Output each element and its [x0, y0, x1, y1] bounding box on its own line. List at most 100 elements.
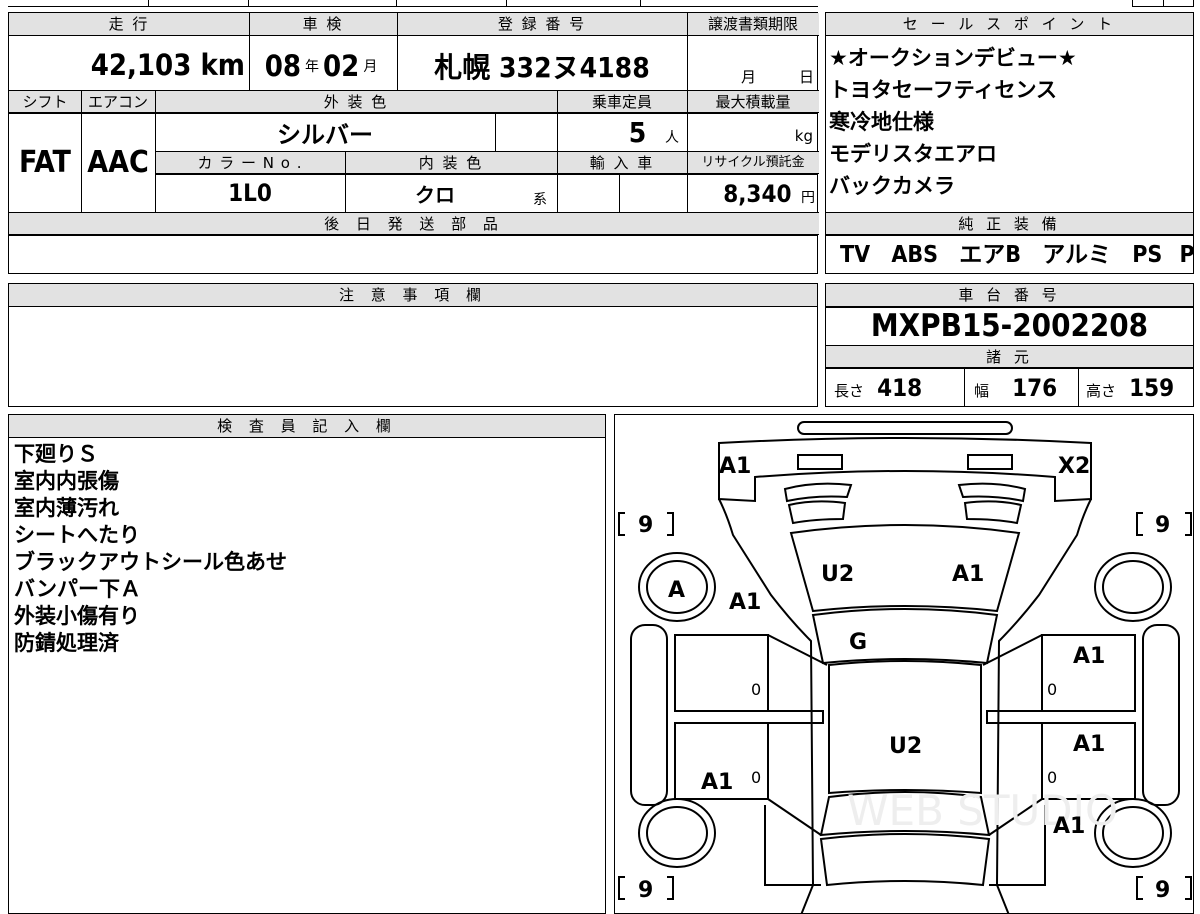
sales-point-item: 寒冷地仕様	[829, 110, 934, 134]
spec-width-label: 幅	[974, 382, 990, 400]
color-no-value: 1L0	[228, 179, 272, 207]
sales-point-item: ★オークションデビュー★	[829, 46, 1077, 70]
tire-front-right: 9	[1155, 513, 1170, 538]
inspector-notes: 下廻りＳ 室内内張傷 室内薄汚れ シートへたり ブラックアウトシール色あせ バン…	[9, 441, 605, 657]
mark-right-rear-door: A1	[1073, 732, 1105, 757]
inspector-panel: 検 査 員 記 入 欄 下廻りＳ 室内内張傷 室内薄汚れ シートへたり ブラック…	[8, 414, 606, 914]
capacity-unit: 人	[665, 130, 679, 146]
damage-diagram-panel: WEB STUDIO 9 9 9 9 A1 X2 U2 A1 A A1 G U2…	[614, 414, 1194, 914]
deadline-day-unit: 日	[799, 68, 815, 86]
mark-glass: G	[849, 630, 867, 655]
sales-points-header: セ ー ル ス ポ イ ン ト	[826, 13, 1193, 36]
exterior-color-extra	[495, 113, 557, 151]
shift-value: FAT	[19, 145, 71, 180]
color-no-header: カ ラ ー N o .	[155, 151, 345, 174]
interior-color-header: 内 装 色	[345, 151, 557, 174]
mark-left-fender: A1	[729, 590, 761, 615]
max-load-header: 最大積載量	[687, 90, 819, 113]
spec-height-label: 高さ	[1086, 382, 1117, 400]
mileage-header: 走 行	[9, 13, 249, 36]
equipment-item: TV	[840, 242, 871, 268]
import-value-a	[557, 174, 619, 212]
shaken-header: 車 検	[249, 13, 397, 36]
inspector-note: ブラックアウトシール色あせ	[14, 550, 287, 574]
sales-point-item: バックカメラ	[829, 174, 955, 198]
recycle-value: 8,340 円	[687, 174, 819, 212]
capacity-header: 乗車定員	[557, 90, 687, 113]
inspector-note: バンパー下Ａ	[14, 577, 142, 601]
shaken-year: 08	[264, 49, 301, 83]
spec-length-value: 418	[877, 374, 923, 402]
mark-roof: U2	[889, 734, 922, 759]
equipment-list: TV ABS エアB アルミ PS PW	[826, 235, 1193, 273]
capacity-number: 5	[628, 116, 647, 149]
spec-length: 長さ 418	[826, 368, 964, 406]
specs-header: 諸 元	[826, 345, 1193, 368]
spec-width: 幅 176	[964, 368, 1078, 406]
mark-left-wheel: A	[668, 578, 685, 603]
equipment-item: PS	[1132, 242, 1163, 268]
inspector-note: 外装小傷有り	[14, 604, 140, 628]
caution-panel: 注 意 事 項 欄	[8, 283, 818, 407]
transfer-deadline-value: 月 日	[687, 36, 819, 90]
car-diagram: WEB STUDIO 9 9 9 9 A1 X2 U2 A1 A A1 G U2…	[618, 421, 1192, 913]
deadline-month-unit: 月	[741, 68, 757, 86]
mark-front-left: A1	[719, 454, 751, 479]
inspector-note: シートへたり	[14, 523, 140, 547]
max-load-unit: kg	[794, 127, 813, 145]
import-header: 輸 入 車	[557, 151, 687, 174]
shaken-month: 02	[323, 49, 360, 83]
caution-body	[9, 307, 817, 406]
mileage-number: 42,103	[90, 48, 192, 82]
equipment-item: アルミ	[1042, 242, 1111, 268]
registration-value: 札幌 332ヌ4188	[434, 51, 650, 84]
recycle-unit: 円	[801, 190, 815, 206]
inspector-note: 防錆処理済	[14, 631, 119, 655]
spec-width-value: 176	[1012, 374, 1058, 402]
aircon-header: エアコン	[81, 90, 155, 113]
chassis-header: 車 台 番 号	[826, 284, 1193, 307]
equipment-header: 純 正 装 備	[826, 212, 1193, 235]
spec-height: 高さ 159	[1078, 368, 1195, 406]
top-cut-strip	[8, 0, 818, 7]
equipment-item: PW	[1179, 242, 1193, 268]
mark-hood-right: A1	[952, 562, 984, 587]
mark-left-quarter: A1	[701, 770, 733, 795]
inspector-note: 下廻りＳ	[14, 442, 98, 466]
spec-length-label: 長さ	[834, 382, 865, 400]
caution-header: 注 意 事 項 欄	[9, 284, 817, 307]
capacity-value: 5 人	[557, 113, 687, 151]
chassis-number: MXPB15-2002208	[870, 308, 1149, 344]
inspector-note: 室内薄汚れ	[14, 496, 119, 520]
inspector-header: 検 査 員 記 入 欄	[9, 415, 605, 438]
sales-points-list: ★オークションデビュー★ トヨタセーフティセンス 寒冷地仕様 モデリスタエアロ …	[826, 42, 1193, 202]
door-mark: 0	[1047, 680, 1057, 699]
interior-color-value: クロ	[415, 182, 455, 207]
equipment-item: エアB	[959, 242, 1022, 268]
shift-header: シフト	[9, 90, 81, 113]
sales-points-panel: セ ー ル ス ポ イ ン ト ★オークションデビュー★ トヨタセーフティセンス…	[825, 12, 1194, 274]
vehicle-info-table: 走 行 車 検 登 録 番 号 譲渡書類期限 42,103 km 08 年 02…	[8, 12, 819, 274]
inspector-note: 室内内張傷	[14, 469, 119, 493]
door-mark: 0	[751, 680, 761, 699]
top-right-cut-strip	[1132, 0, 1194, 7]
shaken-year-unit: 年	[305, 59, 319, 75]
aircon-value: AAC	[87, 145, 149, 180]
recycle-header: リサイクル預託金	[687, 151, 819, 174]
door-mark: 0	[1047, 768, 1057, 787]
mileage-unit: km	[200, 48, 245, 82]
chassis-panel: 車 台 番 号 MXPB15-2002208 諸 元 長さ 418 幅 176 …	[825, 283, 1194, 407]
equipment-item: ABS	[891, 242, 939, 268]
mark-hood-left: U2	[821, 562, 854, 587]
transfer-deadline-header: 譲渡書類期限	[687, 13, 819, 36]
tire-rear-left: 9	[638, 878, 653, 903]
exterior-color-value: シルバー	[277, 120, 373, 149]
spec-height-value: 159	[1129, 374, 1175, 402]
exterior-color-header: 外 装 色	[155, 90, 557, 113]
import-value-b	[619, 174, 687, 212]
later-parts-header: 後 日 発 送 部 品	[9, 212, 819, 235]
tire-front-left: 9	[638, 513, 653, 538]
mark-right-front-door: A1	[1073, 644, 1105, 669]
mark-front-right: X2	[1058, 454, 1090, 479]
recycle-amount: 8,340	[723, 180, 792, 208]
